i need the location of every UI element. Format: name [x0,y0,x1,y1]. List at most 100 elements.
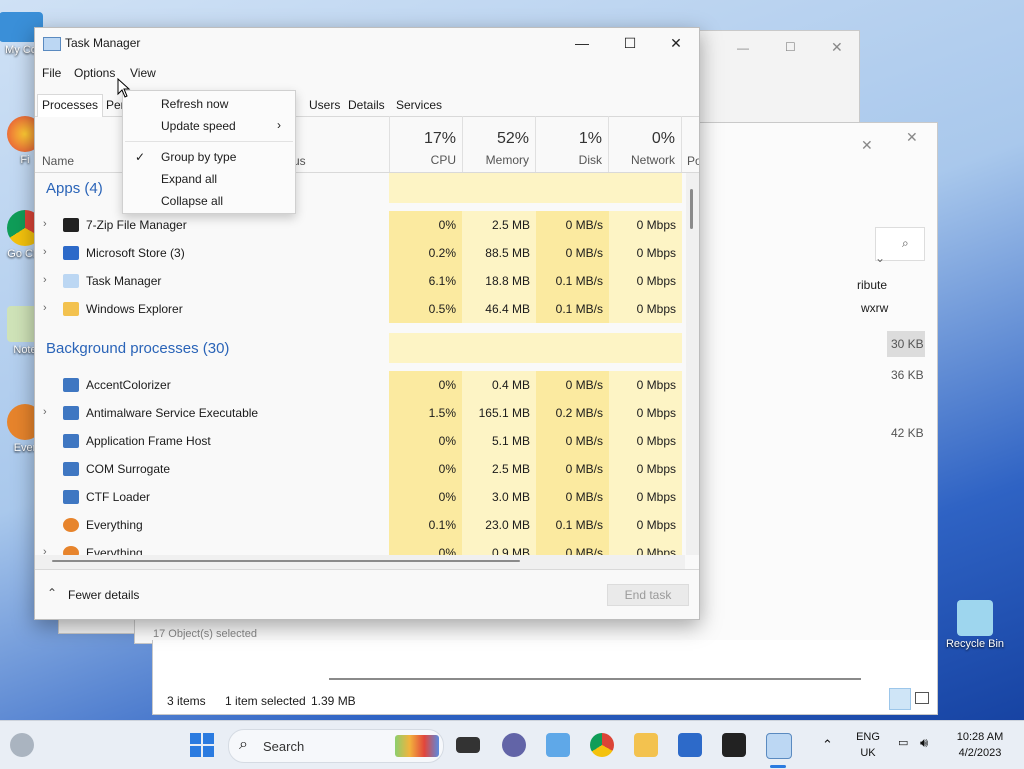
column-header-network[interactable]: 0% Network [609,116,682,172]
process-row[interactable]: Everything 0.1% 23.0 MB 0.1 MB/s 0 Mbps [35,511,683,539]
chevron-up-icon[interactable]: ⌃ [47,586,57,600]
close-icon[interactable]: ✕ [906,129,918,146]
tab-users[interactable]: Users [305,98,344,112]
search-placeholder: Search [263,739,305,754]
close-icon[interactable]: ✕ [831,39,843,56]
task-manager-icon[interactable] [766,733,792,759]
group-header[interactable]: Background processes (30) [35,333,683,363]
chrome-icon[interactable] [590,733,614,757]
chevron-right-icon[interactable]: › [43,302,47,314]
tab-processes[interactable]: Processes [37,94,104,117]
chevron-right-icon[interactable]: › [43,218,47,230]
process-net-value: 0 Mbps [609,371,682,399]
minimize-icon[interactable]: — [737,41,749,55]
menu-item-collapse-all[interactable]: Collapse all [161,194,223,208]
taskbar-search[interactable]: ⌕ Search [228,729,444,763]
details-view-button[interactable] [889,688,911,710]
clock-date[interactable]: 4/2/2023 [948,747,1012,759]
vertical-scrollbar[interactable] [686,173,699,555]
store-icon[interactable] [678,733,702,757]
maximize-icon[interactable]: ☐ [785,40,796,54]
network-percent: 0% [651,130,675,147]
process-row[interactable]: › Everything 0% 0.9 MB 0 MB/s 0 Mbps [35,539,683,555]
process-cpu-value: 0% [389,483,462,511]
process-mem-value: 2.5 MB [462,211,536,239]
process-name: CTF Loader [86,490,151,504]
menu-item-group-by-type[interactable]: Group by type [161,150,236,164]
fewer-details-link[interactable]: Fewer details [68,588,139,602]
menu-options[interactable]: Options [74,66,115,80]
tiles-view-button[interactable] [915,692,929,704]
column-header-disk[interactable]: 1% Disk [536,116,609,172]
process-name: Antimalware Service Executable [86,406,259,420]
start-button[interactable] [190,733,214,757]
process-disk-value: 0.1 MB/s [536,511,609,539]
group-heat-cell [462,333,536,363]
column-header-cpu[interactable]: 17% CPU [389,116,463,172]
disk-percent: 1% [578,130,602,147]
chevron-right-icon[interactable]: › [43,274,47,286]
close-icon[interactable]: ✕ [861,137,873,154]
language-indicator[interactable]: ENG [852,731,884,743]
close-button[interactable]: ✕ [653,28,699,58]
process-name: Everything [86,546,143,555]
process-row[interactable]: AccentColorizer 0% 0.4 MB 0 MB/s 0 Mbps [35,371,683,399]
file-explorer-icon[interactable] [546,733,570,757]
process-row[interactable]: Application Frame Host 0% 5.1 MB 0 MB/s 0 Mb… [35,427,683,455]
7zip-icon[interactable] [722,733,746,757]
horizontal-scrollbar[interactable] [35,555,685,569]
cpu-percent: 17% [423,130,456,147]
scrollbar-thumb[interactable] [52,560,520,562]
language-region[interactable]: UK [852,747,884,759]
desktop-icon-recycle-bin[interactable]: Recycle Bin [940,600,1010,650]
menu-item-refresh-now[interactable]: Refresh now [161,97,228,111]
process-net-value: 0 Mbps [609,511,682,539]
teams-chat-icon[interactable] [502,733,526,757]
tray-chevron-icon[interactable]: ⌃ [822,737,833,753]
widgets-icon[interactable] [10,733,34,757]
process-row[interactable]: › Antimalware Service Executable 1.5% 165.1… [35,399,683,427]
process-net-value: 0 Mbps [609,211,682,239]
task-view-icon[interactable] [456,737,480,753]
column-header-power[interactable]: Po [687,154,699,168]
chevron-down-icon[interactable]: ⌄ [875,251,885,265]
network-icon[interactable]: ▭ [898,736,908,749]
process-row[interactable]: › Microsoft Store (3) 0.2% 88.5 MB 0 MB/s 0 M… [35,239,683,267]
process-row[interactable]: › Windows Explorer 0.5% 46.4 MB 0.1 MB/s 0 Mb… [35,295,683,323]
network-label: Network [630,153,675,167]
process-disk-value: 0 MB/s [536,455,609,483]
process-mem-value: 18.8 MB [462,267,536,295]
app-icon [63,406,79,420]
process-disk-value: 0.2 MB/s [536,399,609,427]
menu-file[interactable]: File [42,66,61,80]
recycle-bin-icon [957,600,993,636]
tab-details[interactable]: Details [344,98,389,112]
minimize-button[interactable]: — [559,28,605,58]
title-bar[interactable]: Task Manager — ☐ ✕ [35,28,699,58]
volume-icon[interactable]: 🔊︎ [920,735,928,751]
process-name: 7-Zip File Manager [86,218,187,232]
scrollbar-thumb[interactable] [690,189,693,229]
cpu-label: CPU [430,153,456,167]
explorer-status-area: 17 Object(s) selected 3 items 1 item sel… [152,628,938,715]
menu-item-update-speed[interactable]: Update speed [161,119,236,133]
process-row[interactable]: › 7-Zip File Manager 0% 2.5 MB 0 MB/s 0 Mbps [35,211,683,239]
tab-services[interactable]: Services [392,98,446,112]
end-task-button[interactable]: End task [607,584,689,606]
chevron-right-icon[interactable]: › [43,546,47,555]
menu-view[interactable]: View [130,66,156,80]
process-row[interactable]: › Task Manager 6.1% 18.8 MB 0.1 MB/s 0 Mbps [35,267,683,295]
folder-icon[interactable] [634,733,658,757]
chevron-right-icon[interactable]: › [43,406,47,418]
process-row[interactable]: CTF Loader 0% 3.0 MB 0 MB/s 0 Mbps [35,483,683,511]
horizontal-scrollbar[interactable] [329,678,861,680]
clock-time[interactable]: 10:28 AM [948,731,1012,743]
column-header-name[interactable]: Name [42,154,74,168]
column-header-memory[interactable]: 52% Memory [462,116,536,172]
menu-item-expand-all[interactable]: Expand all [161,172,217,186]
process-row[interactable]: COM Surrogate 0% 2.5 MB 0 MB/s 0 Mbps [35,455,683,483]
chevron-right-icon[interactable]: › [43,246,47,258]
maximize-button[interactable]: ☐ [607,28,653,58]
process-net-value: 0 Mbps [609,539,682,555]
process-cpu-value: 0% [389,539,462,555]
